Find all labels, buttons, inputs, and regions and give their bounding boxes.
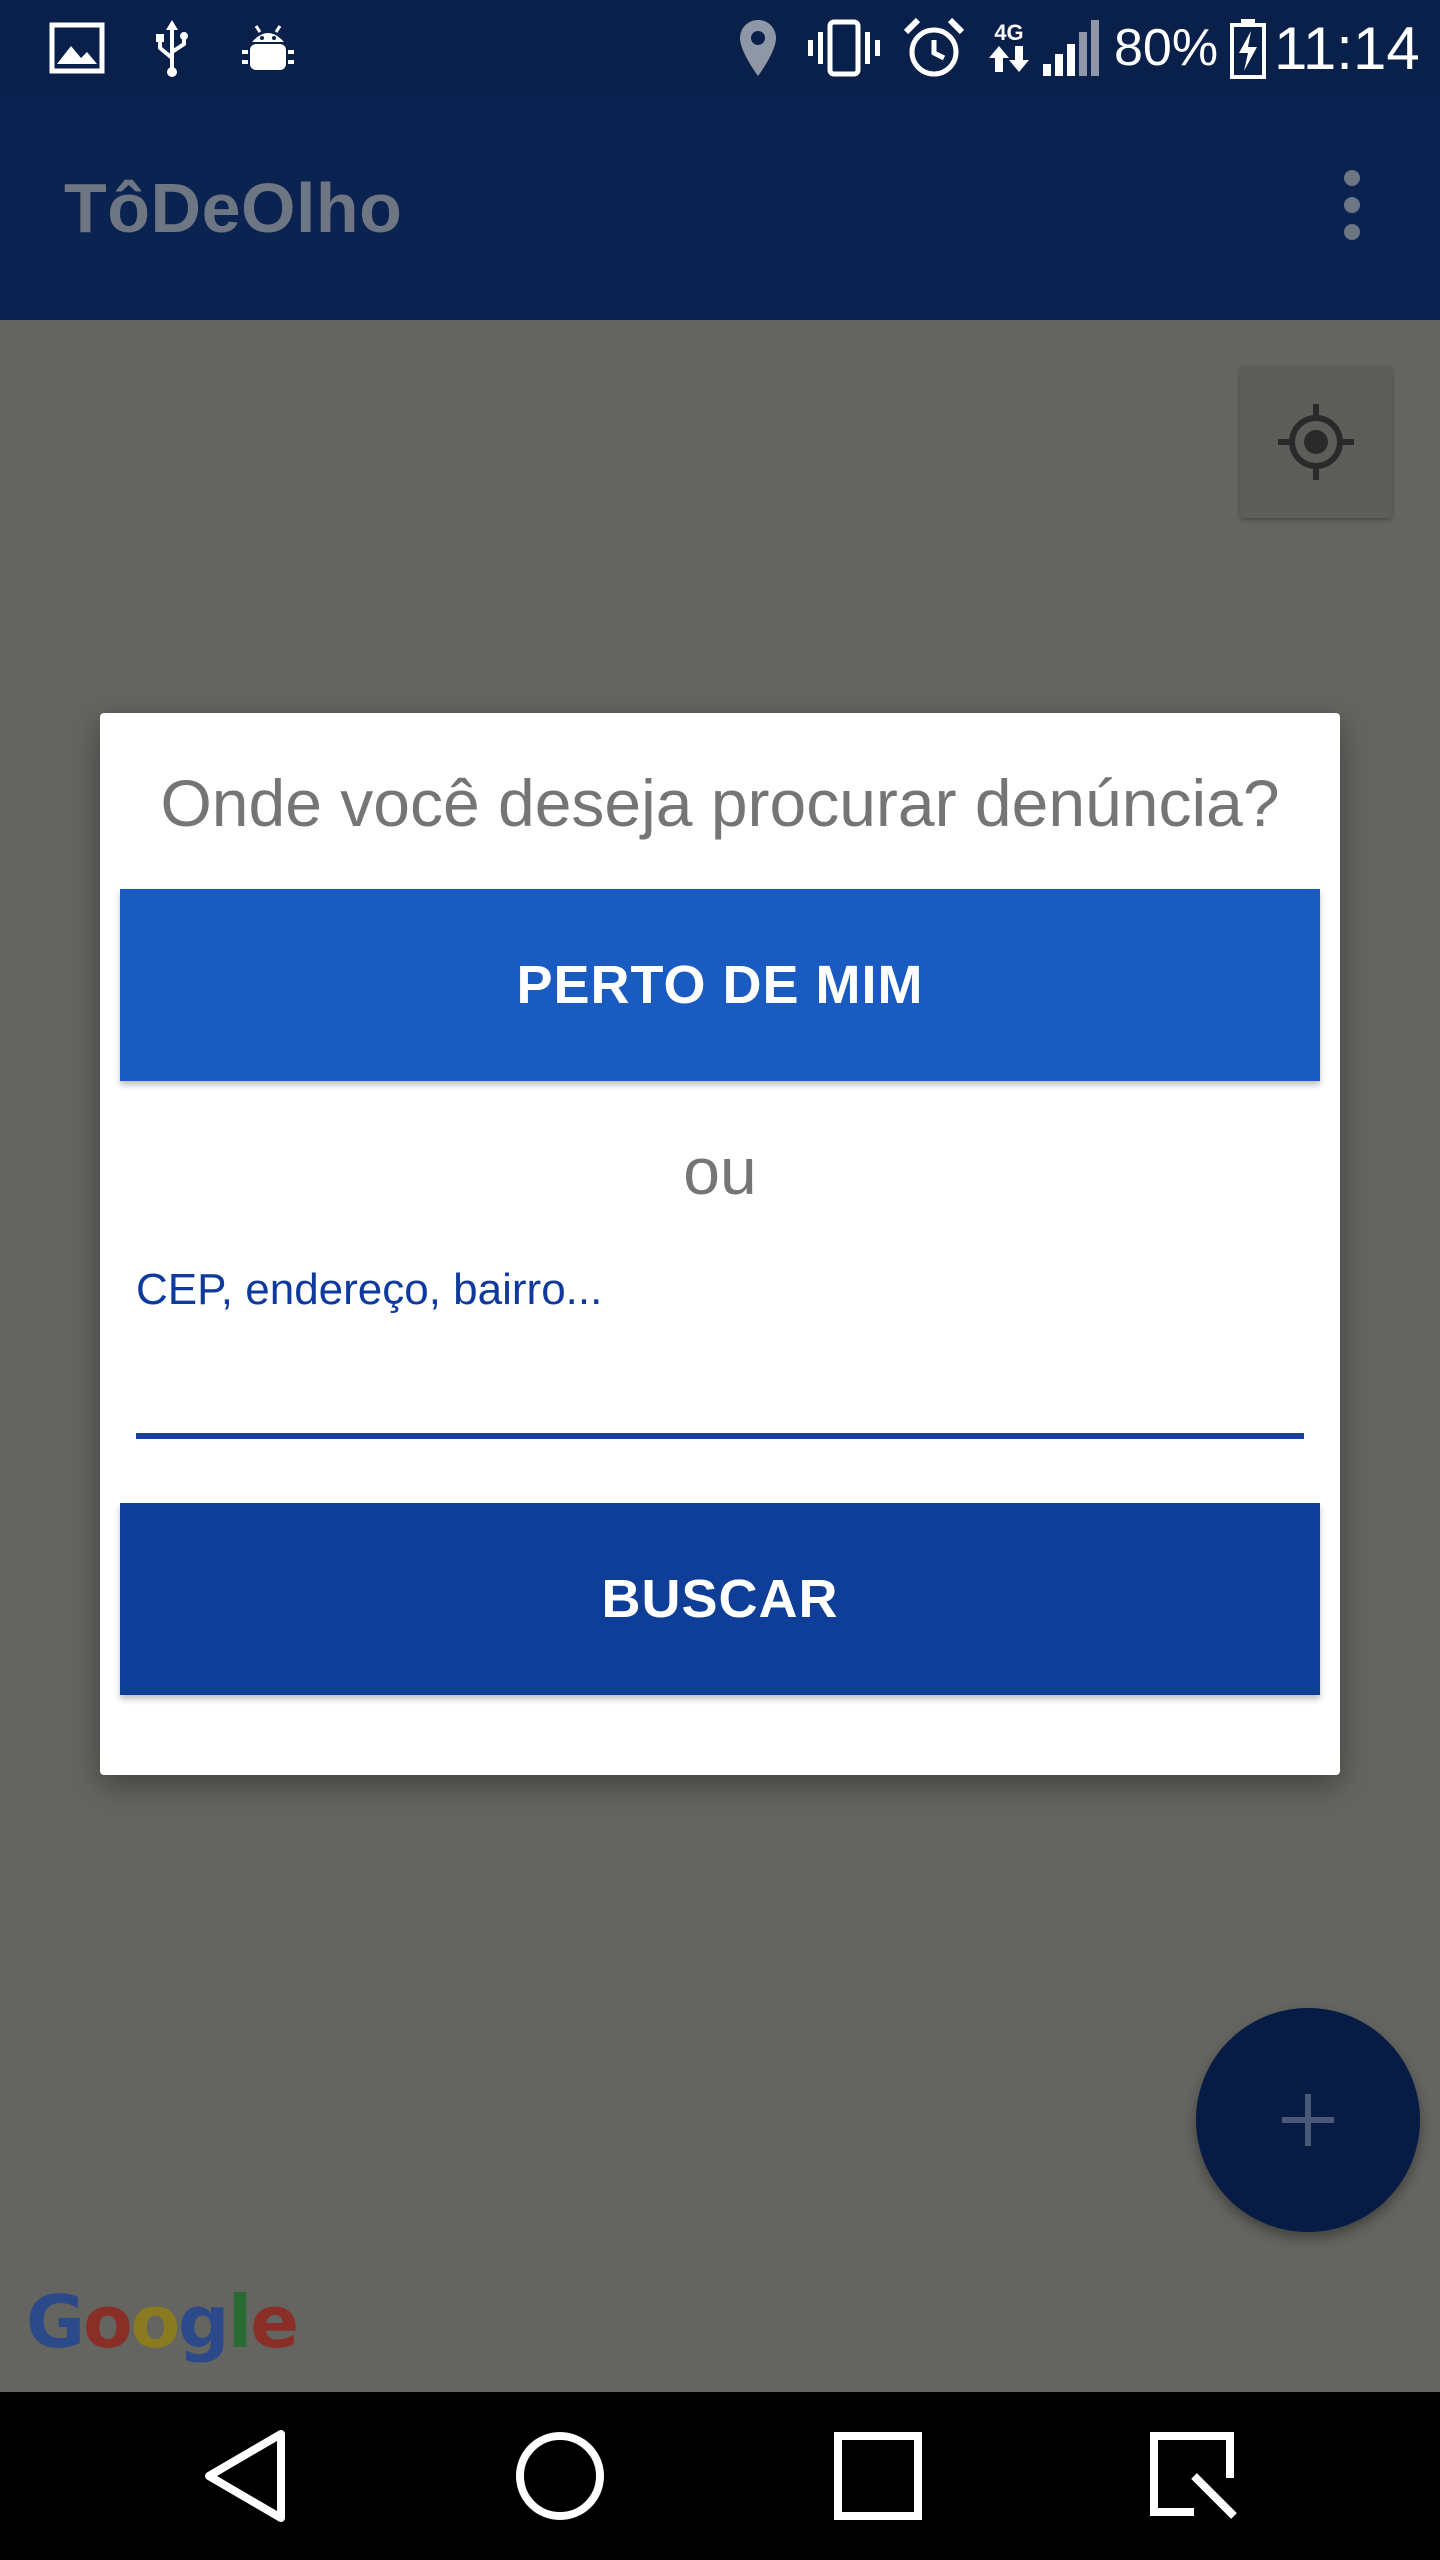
overflow-menu-icon[interactable] xyxy=(1324,170,1380,240)
network-4g-label: 4G xyxy=(994,20,1024,45)
address-search-input[interactable] xyxy=(136,1253,1304,1433)
or-separator: ou xyxy=(683,1134,757,1208)
navigation-bar xyxy=(0,2392,1440,2560)
google-logo: Google xyxy=(26,2280,299,2364)
plus-icon xyxy=(1282,2094,1334,2146)
recents-button[interactable] xyxy=(778,2392,978,2560)
back-button[interactable] xyxy=(146,2392,346,2560)
clock: 11:14 xyxy=(1274,14,1420,82)
vibrate-icon xyxy=(806,0,882,96)
app-title: TôDeOlho xyxy=(64,169,403,247)
location-pin-icon xyxy=(736,0,780,96)
back-icon xyxy=(205,2430,285,2522)
near-me-button[interactable]: PERTO DE MIM xyxy=(120,889,1320,1081)
search-dialog: Onde você deseja procurar denúncia? PERT… xyxy=(100,713,1340,1775)
image-icon xyxy=(46,0,108,96)
home-icon xyxy=(516,2432,604,2520)
android-debug-icon xyxy=(240,0,296,96)
battery-percent: 80% xyxy=(1114,19,1219,77)
address-search-field[interactable]: CEP, endereço, bairro... xyxy=(136,1253,1304,1439)
network-4g-icon: 4G xyxy=(984,0,1034,96)
home-button[interactable] xyxy=(460,2392,660,2560)
recents-icon xyxy=(834,2432,922,2520)
alarm-icon xyxy=(902,0,966,96)
add-report-fab[interactable] xyxy=(1196,2008,1420,2232)
status-bar: 4G 80% 11:14 xyxy=(0,0,1440,96)
search-button[interactable]: BUSCAR xyxy=(120,1503,1320,1695)
usb-icon xyxy=(150,0,194,96)
my-location-icon xyxy=(1278,404,1354,480)
app-bar: TôDeOlho xyxy=(0,96,1440,320)
my-location-button[interactable] xyxy=(1240,366,1392,518)
dialog-title: Onde você deseja procurar denúncia? xyxy=(160,766,1280,840)
signal-icon xyxy=(1040,0,1102,96)
battery-charging-icon xyxy=(1228,0,1268,96)
screenshot-button[interactable] xyxy=(1094,2392,1294,2560)
screenshot-icon xyxy=(1150,2432,1237,2519)
